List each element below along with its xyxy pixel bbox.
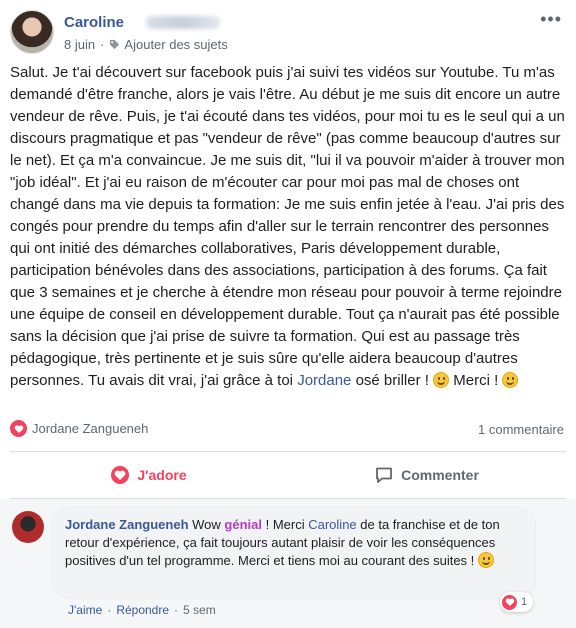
comment-mention-link[interactable]: Caroline [308,517,356,532]
post-date[interactable]: 8 juin [64,37,95,52]
comment-text-part1: Wow [188,517,225,532]
comment-bubble-icon [376,467,392,483]
add-topics-link[interactable]: Ajouter des sujets [124,37,227,52]
heart-icon [111,466,130,484]
comment-like-link[interactable]: J'aime [68,603,102,617]
love-button-label: J'adore [137,467,187,483]
smile-emoji-icon [502,372,519,388]
tag-icon [110,39,120,50]
comment-reaction-count[interactable]: 1 [500,592,534,612]
post-mention-link[interactable]: Jordane [297,372,351,389]
post-actions: J'adore Commenter [10,456,566,494]
comment-reaction-number: 1 [521,596,528,608]
meta-separator: · [100,37,105,52]
post-text-part1: Salut. Je t'ai découvert sur facebook pu… [10,64,565,389]
comment-button-label: Commenter [401,467,479,483]
smile-emoji-icon [433,372,450,388]
comment-reply-link[interactable]: Répondre [116,603,169,617]
post-body: Salut. Je t'ai découvert sur facebook pu… [10,62,566,392]
author-name[interactable]: Caroline [64,14,124,31]
more-options-icon[interactable]: ••• [540,10,562,28]
separator: · [174,603,179,617]
author-surname-blurred [146,16,220,29]
post-header: Caroline 8 juin · Ajouter des sujets ••• [10,8,566,60]
comment-time[interactable]: 5 sem [183,603,216,617]
love-reaction-icon [10,420,27,437]
divider [10,451,566,452]
comment-highlight-word: génial [224,517,262,532]
reactions-summary: Jordane Zangueneh 1 commentaire [10,418,566,440]
love-button[interactable]: J'adore [10,456,288,494]
love-reaction-icon [502,594,517,610]
comment-actions: J'aime · Répondre · 5 sem [68,603,216,617]
comment-author-link[interactable]: Jordane Zangueneh [65,517,189,532]
separator: · [107,603,112,617]
comments-section: Jordane Zangueneh Wow génial ! Merci Car… [0,499,576,628]
comment-text-part2: ! Merci [262,517,309,532]
comment-button[interactable]: Commenter [288,456,566,494]
post-text-part2: osé briller ! [351,372,434,389]
post-text-part3: Merci ! [449,372,503,389]
post-meta: 8 juin · Ajouter des sujets [64,37,228,52]
comment-count-link[interactable]: 1 commentaire [478,422,564,437]
smile-emoji-icon [477,552,494,568]
reactions-link[interactable]: Jordane Zangueneh [10,420,148,437]
commenter-avatar[interactable] [12,511,44,543]
reactor-name: Jordane Zangueneh [32,421,149,436]
author-avatar[interactable] [10,10,54,54]
comment-bubble: Jordane Zangueneh Wow génial ! Merci Car… [52,507,536,599]
